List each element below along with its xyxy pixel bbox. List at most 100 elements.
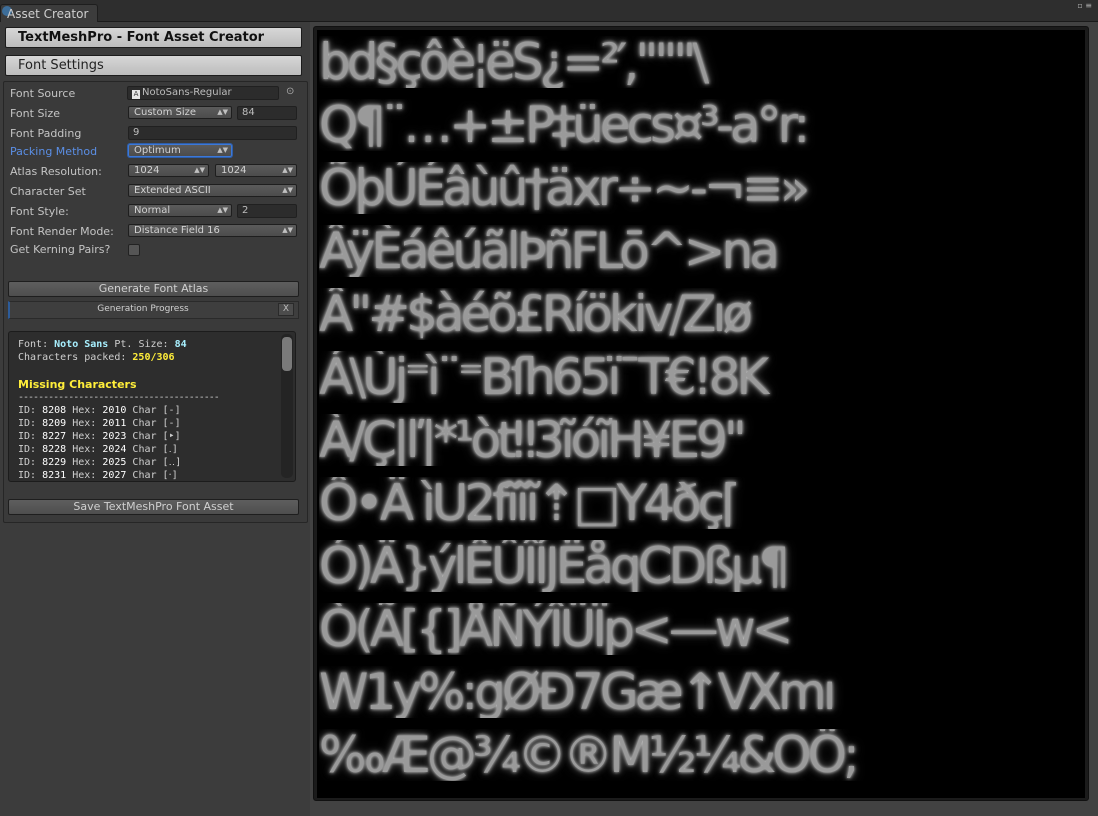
font-settings-panel: TextMeshPro - Font Asset Creator Font Se… — [0, 22, 310, 816]
missing-id-val-value: 8208 — [42, 405, 67, 416]
tab-title: Asset Creator — [7, 7, 89, 21]
asset-creator-tab[interactable]: Asset Creator — [0, 4, 98, 22]
missing-character-row: ID: 8231 Hex: 2027 Char [‧] — [18, 469, 277, 481]
kerning-checkbox[interactable] — [128, 244, 140, 256]
dropdown-arrow-icon: ▲▼ — [217, 206, 228, 214]
dropdown-arrow-icon: ▲▼ — [282, 226, 293, 234]
packing-method-dropdown[interactable]: Optimum ▲▼ — [128, 144, 232, 157]
missing-field-label: ID: — [18, 418, 43, 429]
missing-char-value: [‑] — [162, 418, 181, 429]
atlas-height-value: 1024 — [221, 165, 247, 176]
missing-field-label: Hex: — [66, 444, 103, 455]
missing-char-value: [‐] — [162, 405, 181, 416]
missing-character-row: ID: 8228 Hex: 2024 Char [․] — [18, 443, 277, 456]
cancel-generation-button[interactable]: X — [278, 303, 294, 316]
report-font-line: Font: Noto Sans Pt. Size: 84 — [18, 338, 277, 351]
missing-char-value: [‣] — [162, 431, 181, 442]
settings-box: Font Source A NotoSans-Regular ⊙ Font Siz… — [3, 81, 308, 523]
window-menu-icon[interactable]: ▫ ≡ — [1077, 1, 1092, 10]
report-scrollbar[interactable] — [281, 334, 293, 478]
font-atlas-texture: bd§çôè¦ëS¿=²′,"""\ Q¶¨…+±P‡üecs¤³-a°r: ÕþÚ… — [317, 30, 1085, 798]
font-size-label: Font Size — [10, 107, 61, 120]
missing-field-label: Char — [126, 431, 163, 442]
report-separator: ---------------------------------------- — [18, 392, 220, 403]
atlas-width-dropdown[interactable]: 1024 ▲▼ — [128, 164, 209, 177]
font-source-label: Font Source — [10, 87, 76, 100]
atlas-glyph-row: Á\Ùj⁼ì¨⁼Bſh65ï¯T€!8K — [319, 351, 769, 403]
report-font-name: Noto Sans — [54, 339, 109, 350]
atlas-glyph-row: ÂÿÈáêúãlÞñFLō^>na — [319, 225, 780, 277]
window-tab-strip: Asset Creator ▫ ≡ — [0, 0, 1098, 22]
font-size-mode-value: Custom Size — [134, 107, 197, 118]
missing-field-label: ID: — [18, 470, 43, 481]
font-padding-label: Font Padding — [10, 127, 82, 140]
atlas-width-value: 1024 — [134, 165, 160, 176]
font-style-dropdown[interactable]: Normal ▲▼ — [128, 204, 232, 217]
missing-id-val-value: 8229 — [42, 457, 67, 468]
render-mode-label: Font Render Mode: — [10, 225, 114, 238]
dropdown-arrow-icon: ▲▼ — [194, 166, 205, 174]
missing-id-val-value: 8227 — [42, 431, 67, 442]
generation-progress-bar: Generation Progress X — [8, 301, 299, 319]
missing-hex-val-value: 2025 — [102, 457, 127, 468]
missing-field-label: Char — [126, 470, 163, 481]
report-pt-label: Pt. Size: — [114, 339, 169, 350]
missing-field-label: Char — [126, 444, 163, 455]
missing-field-label: Char — [126, 457, 163, 468]
missing-field-label: Hex: — [66, 470, 103, 481]
missing-char-value: [‧] — [162, 470, 178, 481]
report-packed-line: Characters packed: 250/306 — [18, 351, 277, 364]
generate-font-atlas-button[interactable]: Generate Font Atlas — [8, 281, 299, 297]
missing-field-label: Hex: — [66, 418, 103, 429]
atlas-glyph-row: ÕþÚÉâùû†äxr÷~-¬≡» — [319, 162, 810, 214]
packing-method-label: Packing Method — [10, 145, 98, 158]
missing-field-label: Char — [126, 405, 163, 416]
missing-character-row: ID: 8209 Hex: 2011 Char [‑] — [18, 417, 277, 430]
font-size-input[interactable]: 84 — [237, 106, 297, 120]
atlas-glyph-row: Ó)Ä}ýlÊÛÎÍJËåqCDßµ¶ — [319, 540, 790, 592]
atlas-height-dropdown[interactable]: 1024 ▲▼ — [215, 164, 297, 177]
object-picker-icon[interactable]: ⊙ — [286, 86, 294, 97]
generation-progress-label: Generation Progress — [97, 304, 189, 314]
atlas-glyph-row: Ò(Ã[{]ÅÑÝÎÜÏp<—w< — [319, 603, 794, 655]
missing-hex-val-value: 2010 — [102, 405, 127, 416]
missing-character-row: ID: 8208 Hex: 2010 Char [‐] — [18, 404, 277, 417]
kerning-label: Get Kerning Pairs? — [10, 243, 111, 256]
report-scroll-thumb[interactable] — [282, 337, 292, 371]
generation-report: Font: Noto Sans Pt. Size: 84 Characters … — [8, 331, 296, 482]
font-size-mode-dropdown[interactable]: Custom Size ▲▼ — [128, 106, 232, 119]
missing-field-label: ID: — [18, 444, 43, 455]
atlas-glyph-row: Ô•Ä ìU2fĩĩĩ⇡□Y4ðç⌈ — [319, 477, 741, 529]
missing-field-label: ID: — [18, 457, 43, 468]
save-font-asset-button[interactable]: Save TextMeshPro Font Asset — [8, 499, 299, 515]
font-style-modifier-input[interactable]: 2 — [237, 204, 297, 218]
missing-hex-val-value: 2027 — [102, 470, 127, 481]
font-style-value: Normal — [134, 205, 171, 216]
character-set-value: Extended ASCII — [134, 185, 211, 196]
missing-field-label: ID: — [18, 431, 43, 442]
character-set-dropdown[interactable]: Extended ASCII ▲▼ — [128, 184, 297, 197]
atlas-glyph-row: Q¶¨…+±P‡üecs¤³-a°r: — [319, 99, 810, 151]
missing-char-value: [‥] — [162, 457, 182, 468]
font-padding-input[interactable]: 9 — [128, 126, 297, 140]
font-file-icon: A — [132, 90, 140, 99]
missing-hex-val-value: 2023 — [102, 431, 127, 442]
render-mode-dropdown[interactable]: Distance Field 16 ▲▼ — [128, 224, 297, 237]
missing-hex-val-value: 2011 — [102, 418, 127, 429]
font-settings-foldout[interactable]: Font Settings — [5, 55, 302, 76]
report-packed-label: Characters packed: — [18, 352, 127, 363]
missing-id-val-value: 8228 — [42, 444, 67, 455]
missing-field-label: Hex: — [66, 457, 103, 468]
font-source-value: NotoSans-Regular — [142, 87, 232, 98]
packing-method-value: Optimum — [134, 145, 181, 156]
font-source-field[interactable]: A NotoSans-Regular — [127, 86, 279, 100]
atlas-glyph-row: ‰Æ@¾©®M½¼&OÖ; — [319, 729, 860, 781]
missing-field-label: ID: — [18, 405, 43, 416]
missing-character-row: ID: 8229 Hex: 2025 Char [‥] — [18, 456, 277, 469]
missing-characters-list: ID: 8208 Hex: 2010 Char [‐] ID: 8209 Hex:… — [18, 404, 277, 481]
report-text: Font: Noto Sans Pt. Size: 84 Characters … — [18, 338, 277, 481]
atlas-glyph-row: Â"#$àéõ£Ríökiv/Zıø — [319, 288, 753, 340]
missing-id-val-value: 8209 — [42, 418, 67, 429]
report-font-label: Font: — [18, 339, 49, 350]
missing-field-label: Hex: — [66, 405, 103, 416]
